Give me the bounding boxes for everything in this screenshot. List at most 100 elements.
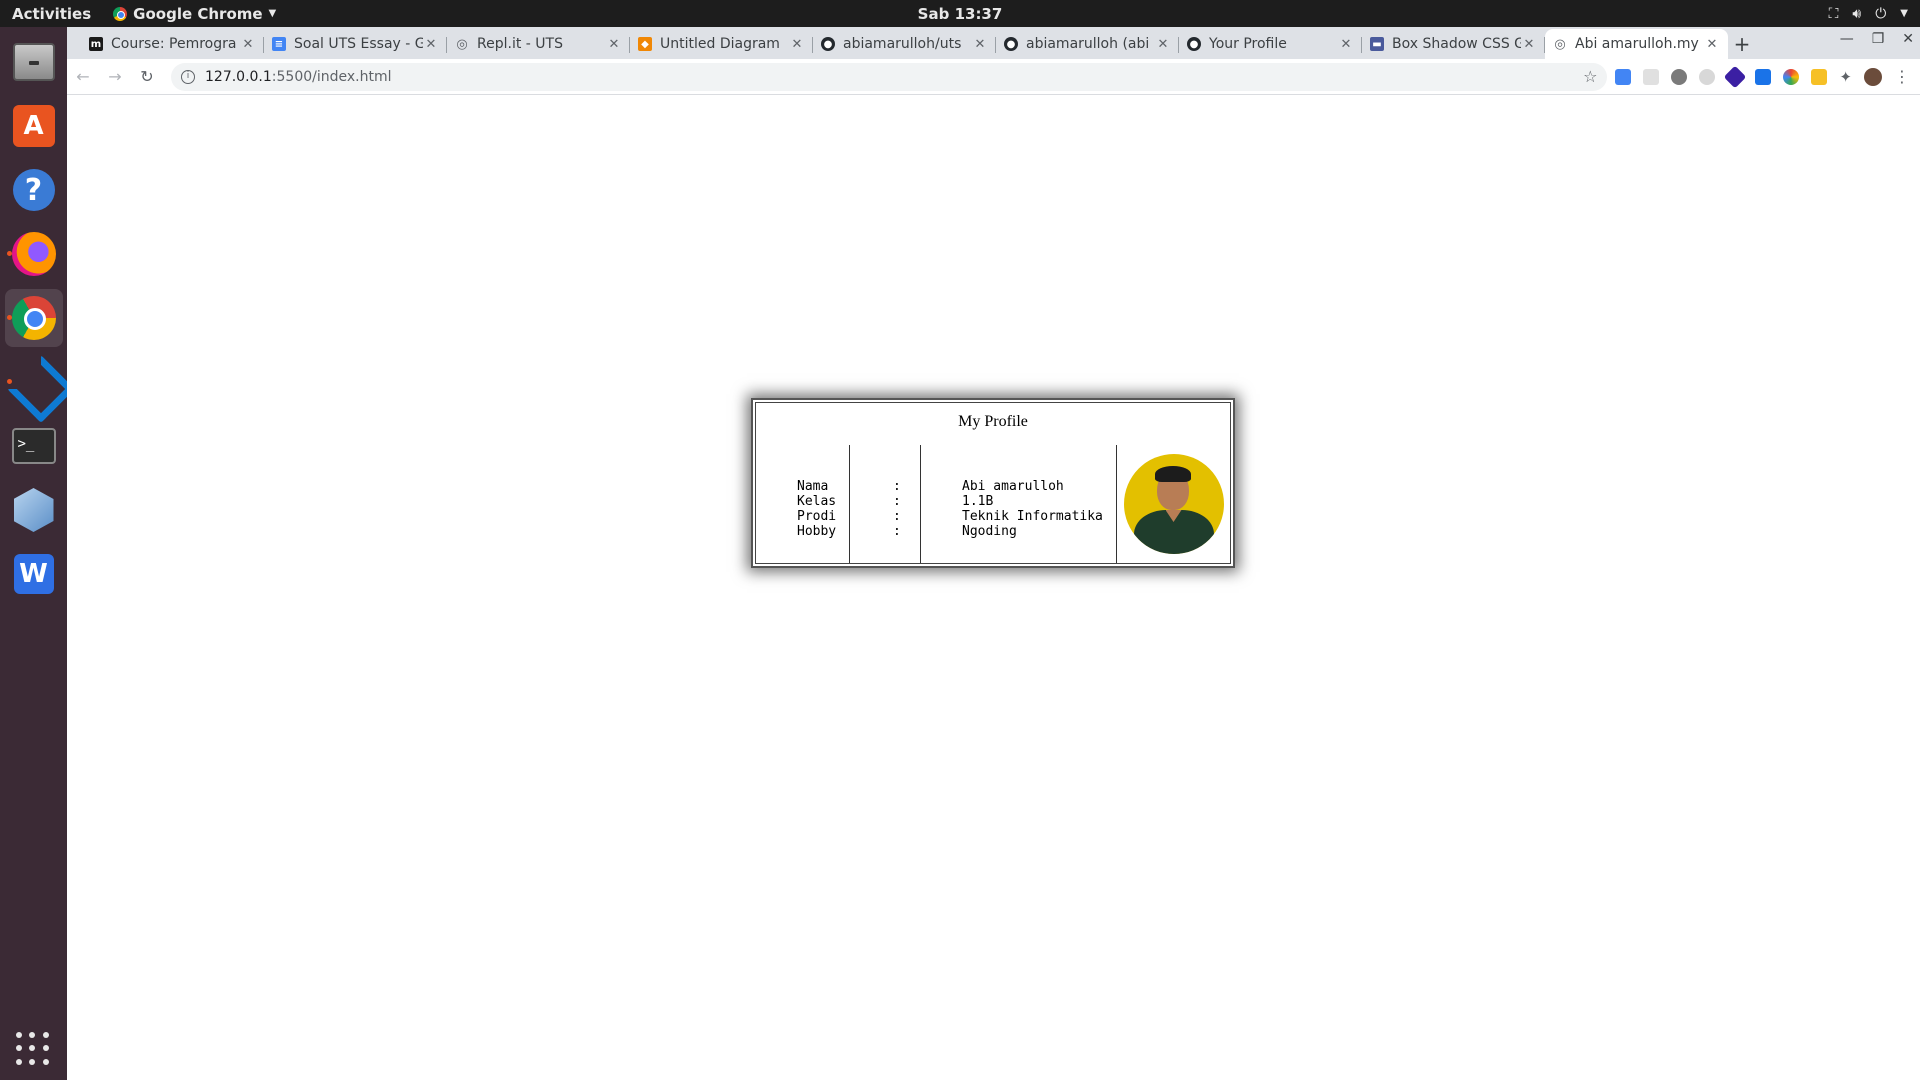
extension-icon[interactable] [1671, 68, 1688, 85]
running-indicator [6, 315, 12, 320]
dock-item-wps[interactable]: W [5, 545, 63, 603]
vscode-icon [13, 361, 55, 403]
help-icon: ? [12, 169, 55, 211]
shield-extension-icon[interactable] [1755, 68, 1772, 85]
puzzle-extensions-icon[interactable]: ✦ [1839, 68, 1852, 86]
close-icon[interactable]: ✕ [1704, 37, 1720, 52]
tab-github-user[interactable]: ● abiamarulloh (abi ✕ [996, 29, 1179, 59]
forward-button[interactable]: → [99, 67, 131, 86]
running-indicator [6, 251, 12, 256]
dock-item-software[interactable]: A [5, 97, 63, 155]
github-favicon-icon: ● [1187, 37, 1201, 51]
extensions-area: ✦ ⋮ [1615, 65, 1920, 88]
dock-item-terminal[interactable]: >_ [5, 417, 63, 475]
dock-item-vscode[interactable] [5, 353, 63, 411]
tab-title: abiamarulloh/uts [843, 36, 962, 52]
profile-table: My Profile Nama Kelas Prodi Hobby : : : … [755, 402, 1231, 564]
extension-icon[interactable] [1724, 65, 1747, 88]
reload-button[interactable]: ↻ [131, 67, 163, 86]
tab-title: Repl.it - UTS [477, 36, 563, 52]
dock-item-files[interactable] [5, 33, 63, 91]
new-tab-button[interactable]: + [1728, 29, 1756, 59]
close-icon[interactable]: ✕ [1521, 37, 1537, 52]
photo-column [1117, 445, 1230, 563]
moodle-favicon-icon: m [89, 37, 103, 51]
app-menu[interactable]: Google Chrome ▼ [103, 5, 276, 23]
profile-card: My Profile Nama Kelas Prodi Hobby : : : … [751, 398, 1235, 568]
address-bar[interactable]: i 127.0.0.1 :5500/index.html ☆ [171, 62, 1608, 91]
app-menu-label: Google Chrome [133, 4, 263, 23]
close-icon[interactable]: ✕ [423, 37, 439, 52]
tab-box-shadow[interactable]: ▬ Box Shadow CSS G ✕ [1362, 29, 1545, 59]
drawio-favicon-icon: ◆ [638, 37, 652, 51]
tab-replit[interactable]: ◎ Repl.it - UTS ✕ [447, 29, 630, 59]
globe-favicon-icon: ◎ [456, 36, 468, 52]
tab-diagram[interactable]: ◆ Untitled Diagram ✕ [630, 29, 813, 59]
tab-github-repo[interactable]: ● abiamarulloh/uts ✕ [813, 29, 996, 59]
tab-course[interactable]: m Course: Pemrogra ✕ [81, 29, 264, 59]
colon-column: : : : : [850, 445, 921, 563]
network-icon: ⛶ [1828, 5, 1839, 22]
colon: : [893, 509, 901, 524]
dock-item-virtualbox[interactable] [5, 481, 63, 539]
terminal-icon: >_ [11, 428, 56, 464]
files-icon [12, 43, 55, 81]
value-nama: Abi amarulloh [962, 479, 1064, 494]
tab-title: Untitled Diagram [660, 36, 780, 52]
browser-toolbar: ← → ↻ i 127.0.0.1 :5500/index.html ☆ ✦ ⋮ [67, 59, 1920, 95]
close-icon[interactable]: ✕ [972, 37, 988, 52]
label-hobby: Hobby [797, 524, 837, 539]
box-shadow-favicon-icon: ▬ [1370, 37, 1384, 51]
label-kelas: Kelas [797, 494, 837, 509]
back-button[interactable]: ← [67, 67, 99, 86]
chevron-down-icon: ▼ [268, 8, 277, 19]
ubuntu-software-icon: A [12, 105, 55, 147]
extension-icon[interactable] [1811, 68, 1828, 85]
value-column: Abi amarulloh 1.1B Teknik Informatika Ng… [921, 445, 1117, 563]
close-window-icon[interactable]: ✕ [1902, 31, 1914, 47]
close-icon[interactable]: ✕ [1338, 37, 1354, 52]
profile-title: My Profile [958, 413, 1028, 430]
extension-icon[interactable] [1783, 68, 1800, 85]
globe-favicon-icon: ◎ [1554, 36, 1566, 52]
tab-title: abiamarulloh (abi [1026, 36, 1150, 52]
translate-extension-icon[interactable] [1615, 68, 1632, 85]
system-tray[interactable]: ⛶ 🔊︎ ⏻ ▼ [1829, 6, 1908, 22]
close-icon[interactable]: ✕ [240, 37, 256, 52]
close-icon[interactable]: ✕ [1155, 37, 1171, 52]
tab-soal-uts[interactable]: ≡ Soal UTS Essay - G ✕ [264, 29, 447, 59]
extension-icon[interactable] [1699, 68, 1716, 85]
kebab-menu-icon[interactable]: ⋮ [1894, 67, 1910, 86]
label-column: Nama Kelas Prodi Hobby [756, 445, 850, 563]
gnome-top-bar: Activities Google Chrome ▼ Sab 13:37 ⛶ 🔊… [0, 0, 1920, 27]
maximize-icon[interactable]: ❐ [1872, 31, 1885, 47]
tab-abi-amarulloh[interactable]: ◎ Abi amarulloh.my ✕ [1545, 29, 1728, 59]
avatar[interactable] [1864, 67, 1882, 86]
minimize-icon[interactable]: — [1840, 31, 1854, 47]
show-applications-button[interactable] [16, 1032, 50, 1066]
dock-item-chrome[interactable] [4, 289, 63, 347]
github-favicon-icon: ● [1004, 37, 1018, 51]
bookmark-star-icon[interactable]: ☆ [1583, 67, 1597, 86]
url-host: 127.0.0.1 [205, 68, 272, 85]
clock[interactable]: Sab 13:37 [918, 5, 1003, 23]
colon: : [893, 524, 901, 539]
running-indicator [6, 379, 12, 384]
close-icon[interactable]: ✕ [606, 37, 622, 52]
dock-item-firefox[interactable] [5, 225, 63, 283]
google-docs-favicon-icon: ≡ [272, 37, 286, 51]
extension-icon[interactable] [1643, 68, 1660, 85]
tab-your-profile[interactable]: ● Your Profile ✕ [1179, 29, 1362, 59]
info-icon[interactable]: i [181, 69, 195, 84]
chrome-icon [113, 6, 128, 21]
url-path: :5500/index.html [271, 68, 392, 85]
tab-title: Course: Pemrogra [111, 36, 237, 52]
value-hobby: Ngoding [962, 524, 1017, 539]
activities-button[interactable]: Activities [0, 5, 103, 23]
dock-item-help[interactable]: ? [5, 161, 63, 219]
chevron-down-icon: ▼ [1900, 8, 1908, 19]
tab-title: Abi amarulloh.my [1575, 36, 1699, 52]
volume-icon: 🔊︎ [1852, 5, 1862, 22]
close-icon[interactable]: ✕ [789, 37, 805, 52]
power-icon: ⏻ [1875, 5, 1887, 22]
